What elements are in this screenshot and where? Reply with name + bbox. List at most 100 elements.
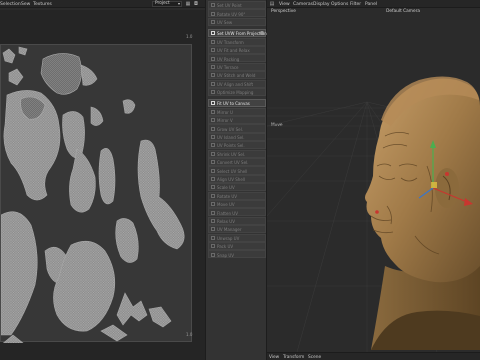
command-item[interactable]: Unwrap UV — [208, 233, 266, 242]
uv-shell[interactable] — [116, 292, 148, 326]
command-label: Shrink UV Sel. — [217, 151, 246, 157]
command-label: Optimize Mapping — [217, 90, 254, 96]
command-item[interactable]: UV Points Sel. — [208, 141, 266, 150]
uv-shells[interactable] — [1, 45, 193, 343]
command-label: Rotate UV 90° — [217, 11, 246, 17]
command-item[interactable]: Mirror U — [208, 107, 266, 116]
command-item[interactable]: Flatten UV — [208, 208, 266, 217]
command-item[interactable]: Rotate UV 90° — [208, 9, 266, 18]
command-label: Scale UV — [217, 185, 235, 191]
command-item[interactable]: Grow UV Sel. — [208, 124, 266, 133]
command-item[interactable]: Pack UV — [208, 241, 266, 251]
uv-editor-panel: Selection Sew Textures Project ▾ ▦ ◘ 1.0 — [0, 0, 205, 360]
uv-shell[interactable] — [18, 46, 28, 56]
command-item[interactable]: UV Align and Shift — [208, 79, 266, 88]
command-item[interactable]: Optimize Mapping — [208, 87, 266, 96]
grid-icon[interactable]: ▦ — [185, 1, 191, 7]
command-icon — [210, 168, 215, 173]
command-icon — [210, 19, 215, 24]
menu-panel[interactable]: Panel — [365, 2, 377, 7]
uv-shell[interactable] — [1, 334, 24, 343]
viewport-layout-icon[interactable]: ▤ — [269, 1, 275, 7]
menu-view[interactable]: View — [279, 2, 290, 7]
uv-shell[interactable] — [2, 48, 16, 64]
menu-display[interactable]: Display — [313, 2, 330, 7]
command-item[interactable]: UV Transform — [208, 37, 266, 46]
command-item[interactable]: UV Fit and Relax — [208, 45, 266, 55]
command-label: UV Manager — [217, 227, 242, 233]
viewport-scene[interactable] — [267, 16, 480, 352]
command-label: Move UV — [217, 202, 235, 208]
command-item[interactable]: Align UV Shell — [208, 174, 266, 183]
command-label: Rotate UV — [217, 193, 238, 199]
uv-shell[interactable] — [148, 306, 172, 328]
uv-shell[interactable] — [137, 139, 185, 250]
command-item[interactable]: Scale UV — [208, 183, 266, 192]
bust-model — [365, 76, 480, 350]
camera-label[interactable]: Default Camera — [386, 9, 420, 14]
command-label: Relax UV — [217, 218, 235, 224]
command-label: UV Packing — [217, 56, 240, 62]
command-item[interactable]: Snap UV — [208, 250, 266, 259]
command-icon — [210, 160, 215, 165]
uv-mode-select[interactable]: Project ▾ — [152, 1, 182, 7]
uv-shell[interactable] — [8, 68, 24, 86]
menu-filter[interactable]: Filter — [350, 2, 361, 7]
menu-options[interactable]: Options — [331, 2, 348, 7]
uv-shell[interactable] — [100, 324, 128, 342]
command-icon — [210, 73, 215, 78]
uv-shell[interactable] — [40, 53, 82, 95]
command-icon — [210, 126, 215, 131]
command-item[interactable]: UV Manager — [208, 225, 266, 234]
uv-shell[interactable] — [90, 106, 104, 126]
uv-shell[interactable] — [115, 218, 139, 263]
command-icon — [210, 244, 215, 249]
uv-coord-bottom: 1.0 — [186, 332, 193, 337]
command-label: UV Sew — [217, 19, 233, 25]
command-item[interactable]: Select UV Shell — [208, 166, 266, 175]
command-item[interactable]: Shrink UV Sel. — [208, 149, 266, 158]
command-item[interactable]: UV Island Sel. — [208, 132, 266, 141]
command-label: Snap UV — [217, 252, 234, 258]
command-icon — [210, 81, 215, 86]
command-item[interactable]: UV Packing — [208, 54, 266, 63]
command-item[interactable]: Set UVW From Projection — [208, 29, 267, 38]
footer-transform[interactable]: Transform — [283, 355, 304, 360]
command-label: Mirror U — [217, 109, 233, 115]
command-icon — [210, 39, 215, 44]
command-item[interactable]: Move UV — [208, 199, 266, 209]
menu-textures[interactable]: Textures — [33, 2, 52, 7]
command-item[interactable]: Relax UV — [208, 216, 266, 225]
command-icon — [210, 227, 215, 232]
command-item[interactable]: Rotate UV — [208, 191, 266, 200]
lock-icon[interactable]: ◘ — [193, 1, 199, 7]
footer-scene[interactable]: Scene — [308, 355, 321, 360]
menu-selection[interactable]: Selection — [0, 2, 21, 7]
uv-shell[interactable] — [62, 111, 85, 159]
viewport-name: Perspective — [271, 9, 296, 14]
uv-mode-value: Project — [155, 1, 170, 6]
command-icon — [210, 11, 215, 16]
command-icon — [210, 143, 215, 148]
command-item[interactable]: UV Sew — [208, 17, 266, 26]
command-label: Unwrap UV — [217, 235, 240, 241]
command-item[interactable]: Set UV Point — [208, 1, 266, 10]
command-label: Pack UV — [217, 244, 234, 250]
uv-shell[interactable] — [1, 211, 38, 336]
command-item[interactable]: UV Stitch and Weld — [208, 71, 266, 80]
command-icon — [210, 64, 215, 69]
command-item[interactable]: Mirror V — [208, 116, 266, 125]
uv-shell[interactable] — [80, 64, 98, 86]
command-item[interactable]: Convert UV Sel. — [208, 158, 266, 167]
command-icon — [210, 101, 215, 106]
uv-menubar: Selection Sew Textures Project ▾ ▦ ◘ — [0, 0, 205, 8]
footer-view[interactable]: View — [269, 355, 279, 360]
uv-shell[interactable] — [98, 148, 116, 205]
menu-cameras[interactable]: Cameras — [293, 2, 313, 7]
command-item[interactable]: Fit UV to Canvas — [208, 99, 266, 108]
uv-shell[interactable] — [122, 99, 136, 114]
uv-shell[interactable] — [69, 148, 96, 213]
command-item[interactable]: UV Terrace — [208, 62, 266, 71]
menu-sew[interactable]: Sew — [21, 2, 30, 7]
uv-canvas[interactable]: 1.0 1.0 — [0, 10, 205, 360]
